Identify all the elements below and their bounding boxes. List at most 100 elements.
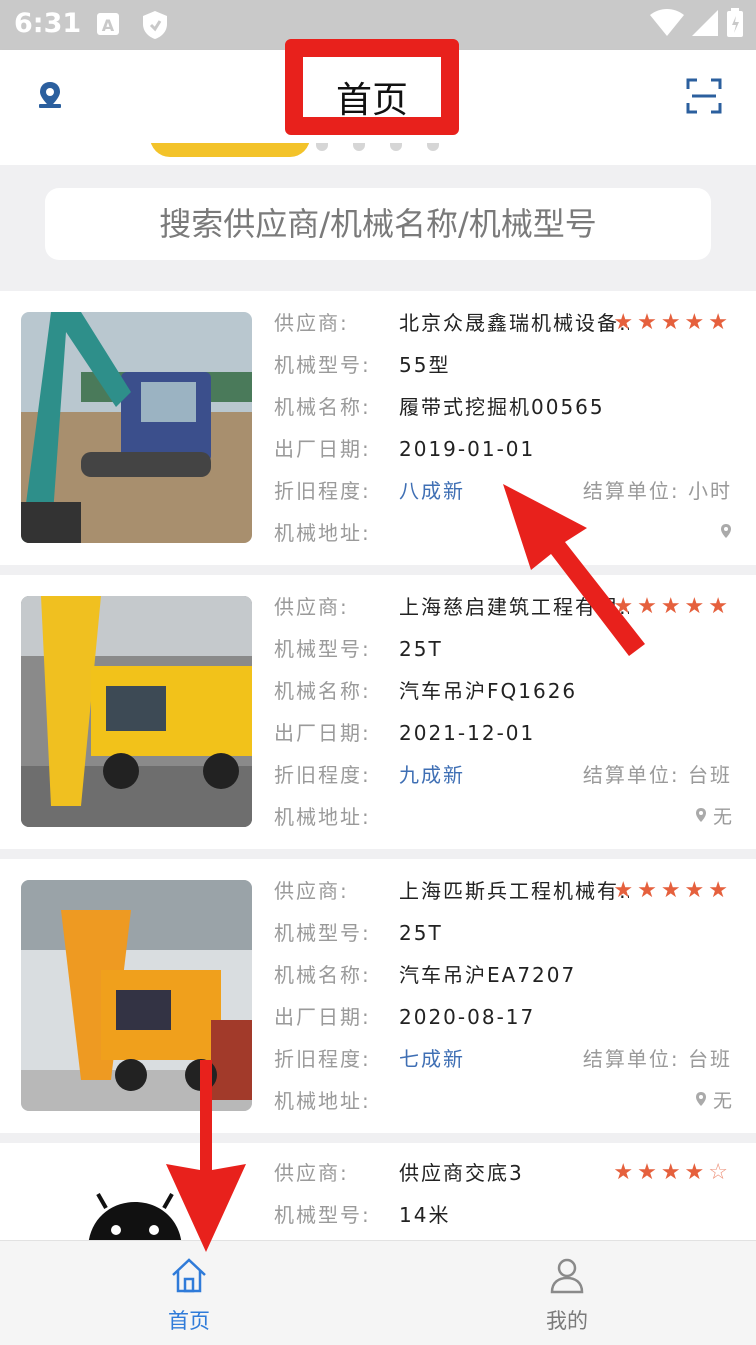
- home-icon: [172, 1258, 206, 1293]
- address-value-wrap: [720, 519, 732, 547]
- address-value: 无: [712, 1090, 732, 1112]
- model-value: 55型: [399, 353, 451, 377]
- address-value-wrap: 无: [695, 803, 732, 831]
- condition-row: 折旧程度: 八成新: [274, 477, 465, 505]
- address-label: 机械地址:: [274, 521, 371, 545]
- supplier-label: 供应商:: [274, 595, 349, 619]
- date-value: 2020-08-17: [399, 1005, 536, 1029]
- date-label: 出厂日期:: [274, 721, 371, 745]
- rating-stars: ★★★★★: [613, 878, 732, 903]
- search-section: 搜索供应商/机械名称/机械型号: [0, 165, 756, 291]
- address-label: 机械地址:: [274, 1089, 371, 1113]
- banner-image: [150, 143, 310, 157]
- location-pin-icon[interactable]: [36, 80, 64, 110]
- model-label: 机械型号:: [274, 921, 371, 945]
- address-label: 机械地址:: [274, 805, 371, 829]
- name-label: 机械名称:: [274, 963, 371, 987]
- condition-value: 七成新: [399, 1047, 465, 1071]
- date-row: 出厂日期: 2019-01-01: [274, 435, 535, 463]
- tab-mine-label: 我的: [546, 1309, 588, 1333]
- condition-value: 八成新: [399, 479, 465, 503]
- unit-row: 结算单位: 台班: [583, 761, 732, 789]
- condition-label: 折旧程度:: [274, 763, 371, 787]
- condition-row: 折旧程度: 九成新: [274, 761, 465, 789]
- search-input[interactable]: 搜索供应商/机械名称/机械型号: [45, 188, 711, 260]
- map-pin-icon: [695, 1092, 706, 1106]
- model-label: 机械型号:: [274, 1203, 371, 1227]
- top-bar: 首页: [0, 39, 756, 143]
- bottom-tab-bar: 首页 我的: [0, 1240, 756, 1345]
- address-row: 机械地址:: [274, 519, 399, 547]
- date-value: 2019-01-01: [399, 437, 536, 461]
- address-row: 机械地址:: [274, 1087, 399, 1115]
- listing-card[interactable]: 供应商: 上海匹斯兵工程机械有… ★★★★★ 机械型号: 25T 机械名称: 汽车吊沪…: [0, 859, 756, 1133]
- carousel-dot[interactable]: [427, 143, 439, 151]
- battery-icon: [727, 8, 743, 37]
- map-pin-icon: [721, 524, 731, 538]
- date-row: 出厂日期: 2021-12-01: [274, 719, 535, 747]
- model-value: 14米: [399, 1203, 451, 1227]
- name-row: 机械名称: 汽车吊沪EA7207: [274, 961, 576, 989]
- annotation-arrow-icon: [503, 484, 645, 656]
- condition-label: 折旧程度:: [274, 1047, 371, 1071]
- address-value: 无: [712, 806, 732, 828]
- machine-photo: [21, 596, 252, 827]
- name-value: 汽车吊沪EA7207: [399, 963, 577, 987]
- carousel-dot[interactable]: [353, 143, 365, 151]
- supplier-value: 北京众晟鑫瑞机械设备…: [399, 311, 629, 335]
- name-label: 机械名称:: [274, 395, 371, 419]
- rating-stars: ★★★★★: [613, 310, 732, 335]
- name-row: 机械名称: 汽车吊沪FQ1626: [274, 677, 577, 705]
- condition-value: 九成新: [399, 763, 465, 787]
- notification-a-icon: A: [97, 13, 119, 35]
- supplier-row: 供应商: 上海匹斯兵工程机械有…: [274, 877, 629, 905]
- condition-row: 折旧程度: 七成新: [274, 1045, 465, 1073]
- svg-text:A: A: [102, 16, 115, 35]
- rating-stars: ★★★★☆: [613, 1160, 732, 1185]
- shield-icon: [143, 11, 167, 39]
- unit-row: 结算单位: 台班: [583, 1045, 732, 1073]
- model-row: 机械型号: 25T: [274, 919, 443, 947]
- unit-value: 台班: [688, 763, 732, 787]
- unit-value: 台班: [688, 1047, 732, 1071]
- unit-label: 结算单位:: [582, 1047, 680, 1071]
- status-time: 6:31: [14, 8, 82, 39]
- name-row: 机械名称: 履带式挖掘机00565: [274, 393, 605, 421]
- model-value: 25T: [399, 637, 443, 661]
- supplier-value: 上海匹斯兵工程机械有…: [399, 879, 629, 903]
- date-value: 2021-12-01: [399, 721, 536, 745]
- banner-carousel[interactable]: [0, 143, 756, 165]
- model-label: 机械型号:: [274, 353, 371, 377]
- tab-home[interactable]: 首页: [0, 1241, 378, 1345]
- model-row: 机械型号: 14米: [274, 1201, 450, 1229]
- carousel-dot[interactable]: [390, 143, 402, 151]
- supplier-row: 供应商: 供应商交底3: [274, 1159, 524, 1187]
- name-value: 汽车吊沪FQ1626: [399, 679, 578, 703]
- supplier-label: 供应商:: [274, 311, 349, 335]
- supplier-label: 供应商:: [274, 879, 349, 903]
- model-row: 机械型号: 55型: [274, 351, 450, 379]
- unit-value: 小时: [688, 479, 732, 503]
- page-title-highlight: 首页: [285, 39, 459, 135]
- model-value: 25T: [399, 921, 443, 945]
- address-value-wrap: 无: [695, 1087, 732, 1115]
- scan-icon[interactable]: [686, 78, 722, 114]
- address-row: 机械地址:: [274, 803, 399, 831]
- carousel-dot[interactable]: [316, 143, 328, 151]
- page-title: 首页: [335, 80, 408, 121]
- machine-photo: [21, 312, 252, 543]
- supplier-value: 供应商交底3: [399, 1161, 524, 1185]
- model-label: 机械型号:: [274, 637, 371, 661]
- date-row: 出厂日期: 2020-08-17: [274, 1003, 535, 1031]
- status-right-icons: [650, 8, 744, 38]
- person-icon: [550, 1258, 584, 1294]
- wifi-icon: [650, 9, 684, 36]
- name-value: 履带式挖掘机00565: [399, 395, 605, 419]
- supplier-label: 供应商:: [274, 1161, 349, 1185]
- model-row: 机械型号: 25T: [274, 635, 443, 663]
- date-label: 出厂日期:: [274, 1005, 371, 1029]
- unit-label: 结算单位:: [582, 763, 680, 787]
- signal-icon: [692, 10, 718, 36]
- name-label: 机械名称:: [274, 679, 371, 703]
- tab-mine[interactable]: 我的: [378, 1241, 756, 1345]
